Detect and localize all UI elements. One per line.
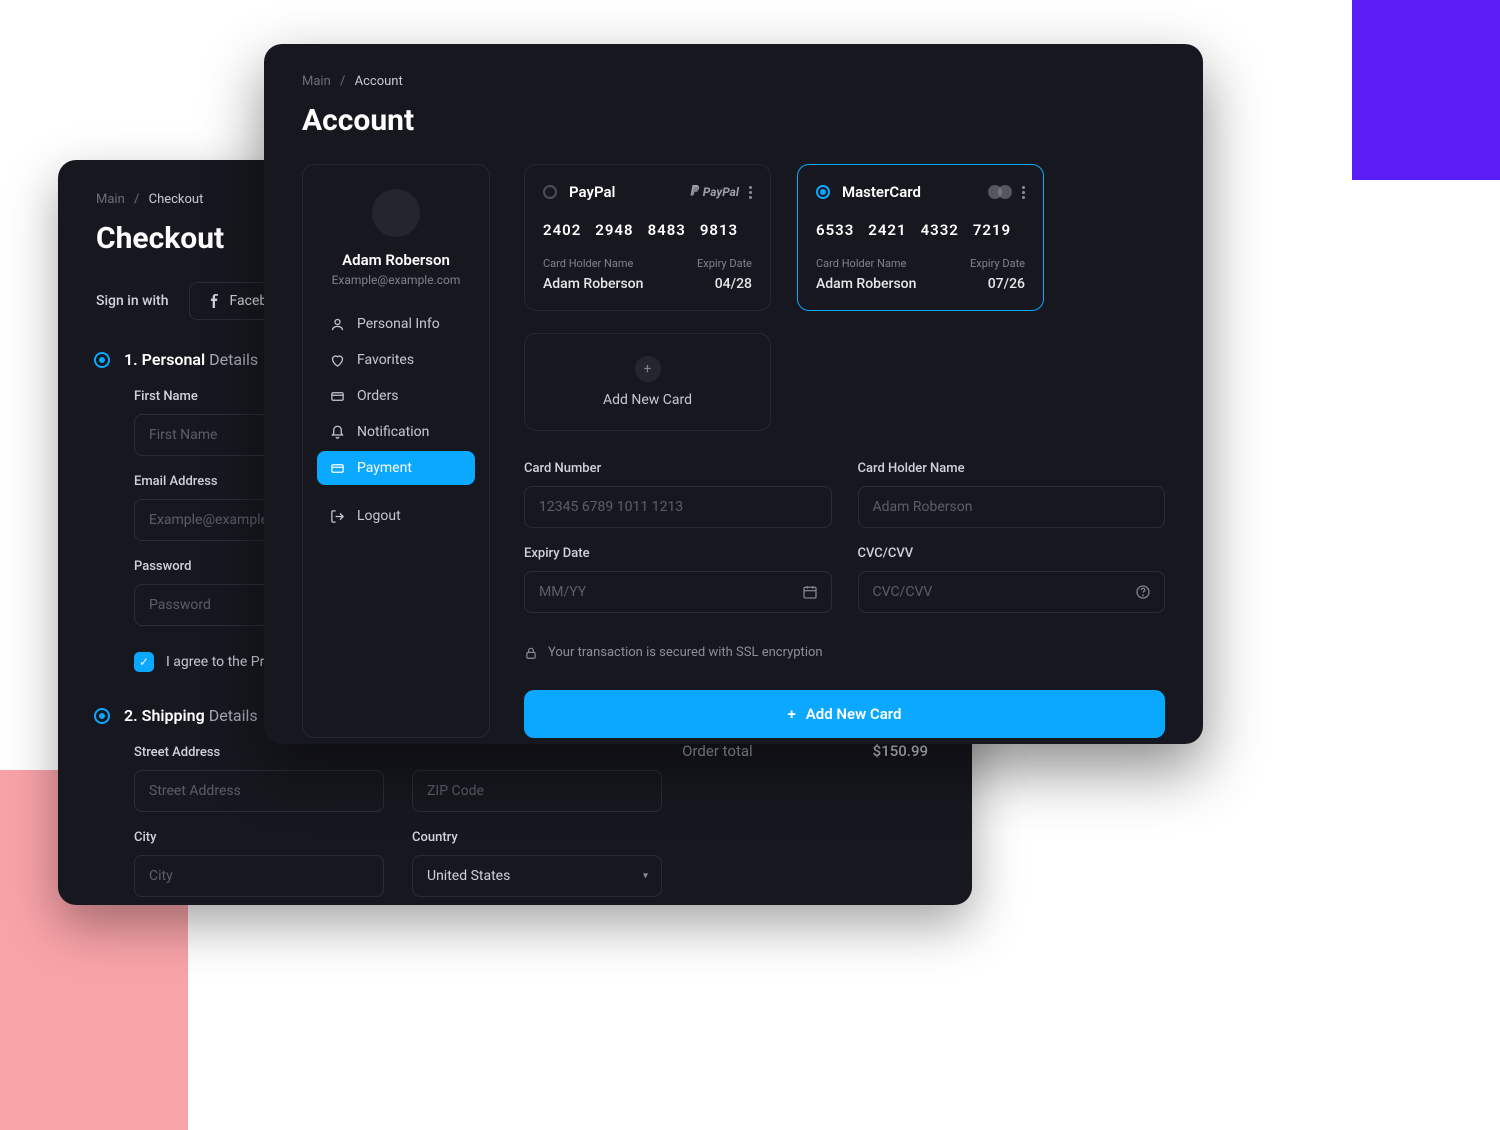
holder-label: Card Holder Name <box>858 461 1166 476</box>
user-name: Adam Roberson <box>342 251 450 269</box>
holder-value: Adam Roberson <box>543 276 643 292</box>
kebab-icon[interactable] <box>1022 186 1025 199</box>
sidebar-item-favorites[interactable]: Favorites <box>317 343 475 377</box>
card-brand-label: MasterCard <box>842 183 921 201</box>
expiry-input[interactable] <box>524 571 832 613</box>
city-input[interactable] <box>134 855 384 897</box>
breadcrumb-current: Account <box>355 74 403 89</box>
street-label: Street Address <box>134 745 384 760</box>
breadcrumb-root[interactable]: Main <box>96 192 125 207</box>
plus-icon: + <box>788 705 796 723</box>
ssl-notice: Your transaction is secured with SSL enc… <box>524 645 1165 660</box>
bell-icon <box>329 424 345 440</box>
sidebar-item-notification[interactable]: Notification <box>317 415 475 449</box>
expiry-label: Expiry Date <box>697 257 752 270</box>
breadcrumb-current: Checkout <box>149 192 204 207</box>
user-email: Example@example.com <box>332 273 461 287</box>
facebook-icon <box>208 294 222 308</box>
zip-label <box>412 745 662 760</box>
radio-icon[interactable] <box>543 185 557 199</box>
add-card-box[interactable]: + Add New Card <box>524 333 771 431</box>
order-total: Order total $150.99 <box>682 742 928 760</box>
avatar[interactable] <box>372 189 420 237</box>
card-number: 2402 2948 8483 9813 <box>543 221 752 239</box>
cvv-input[interactable] <box>858 571 1166 613</box>
kebab-icon[interactable] <box>749 186 752 199</box>
payment-card-paypal[interactable]: PayPal PayPal 2402 2948 8 <box>524 164 771 311</box>
radio-icon[interactable] <box>816 185 830 199</box>
add-card-button[interactable]: + Add New Card <box>524 690 1165 738</box>
step-radio-icon <box>94 352 110 368</box>
logout-icon <box>329 508 345 524</box>
city-label: City <box>134 830 384 845</box>
holder-label: Card Holder Name <box>543 257 643 270</box>
calendar-icon[interactable] <box>802 584 818 600</box>
holder-value: Adam Roberson <box>816 276 916 292</box>
step-radio-icon <box>94 708 110 724</box>
add-card-btn-label: Add New Card <box>806 705 902 723</box>
order-total-label: Order total <box>682 742 753 760</box>
page-title: Account <box>302 103 1165 138</box>
holder-label: Card Holder Name <box>816 257 916 270</box>
holder-input[interactable] <box>858 486 1166 528</box>
lock-icon <box>524 646 538 660</box>
add-card-label: Add New Card <box>603 392 692 408</box>
account-panel: Main / Account Account Adam Roberson Exa… <box>264 44 1203 744</box>
bg-accent-violet <box>1352 0 1500 180</box>
payment-card-mastercard[interactable]: MasterCard 6533 2421 4332 721 <box>797 164 1044 311</box>
expiry-value: 07/26 <box>970 276 1025 292</box>
signin-label: Sign in with <box>96 293 169 309</box>
order-total-value: $150.99 <box>873 742 928 760</box>
country-label: Country <box>412 830 662 845</box>
cvv-label: CVC/CVV <box>858 546 1166 561</box>
user-icon <box>329 316 345 332</box>
card-number: 6533 2421 4332 7219 <box>816 221 1025 239</box>
sidebar-item-payment[interactable]: Payment <box>317 451 475 485</box>
agree-checkbox[interactable]: ✓ <box>134 652 154 672</box>
sidebar: Adam Roberson Example@example.com Person… <box>302 164 490 738</box>
payment-icon <box>329 460 345 476</box>
expiry-label: Expiry Date <box>970 257 1025 270</box>
card-icon <box>329 388 345 404</box>
sidebar-item-personal[interactable]: Personal Info <box>317 307 475 341</box>
expiry-value: 04/28 <box>697 276 752 292</box>
help-icon[interactable] <box>1135 584 1151 600</box>
cardnum-input[interactable] <box>524 486 832 528</box>
breadcrumb-root[interactable]: Main <box>302 74 331 89</box>
card-brand-label: PayPal <box>569 183 615 201</box>
mastercard-logo-icon <box>988 184 1012 200</box>
zip-input[interactable] <box>412 770 662 812</box>
street-input[interactable] <box>134 770 384 812</box>
cardnum-label: Card Number <box>524 461 832 476</box>
paypal-logo-icon: PayPal <box>689 184 739 200</box>
expiry-label: Expiry Date <box>524 546 832 561</box>
country-select[interactable] <box>412 855 662 897</box>
heart-icon <box>329 352 345 368</box>
breadcrumb-sep: / <box>134 192 139 207</box>
sidebar-item-orders[interactable]: Orders <box>317 379 475 413</box>
chevron-down-icon: ▾ <box>643 871 648 882</box>
breadcrumb-sep: / <box>340 74 345 89</box>
ssl-text: Your transaction is secured with SSL enc… <box>548 645 823 660</box>
breadcrumb: Main / Account <box>302 74 1165 89</box>
sidebar-item-logout[interactable]: Logout <box>317 499 475 533</box>
plus-icon: + <box>635 356 661 382</box>
